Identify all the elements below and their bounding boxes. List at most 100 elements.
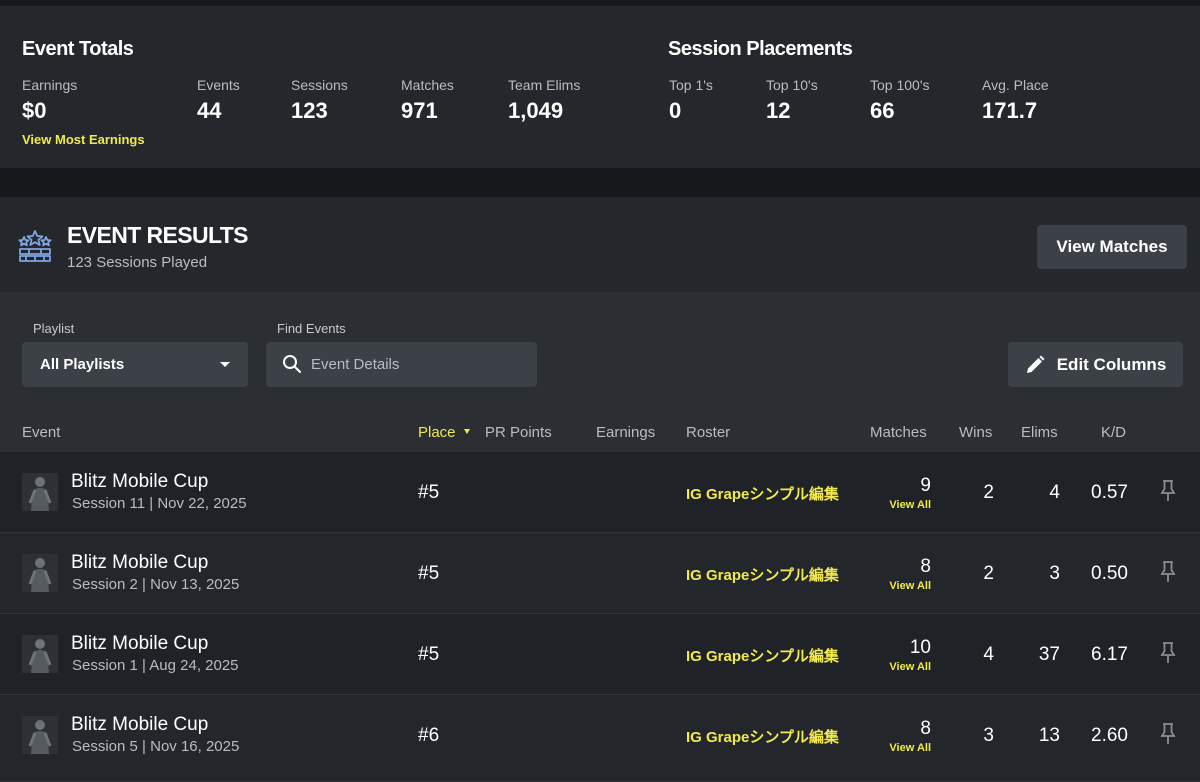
column-wins[interactable]: Wins: [959, 424, 992, 441]
stat-matches: Matches 971: [401, 77, 454, 123]
elims-value: 3: [1049, 563, 1060, 584]
stat-value: 12: [766, 98, 791, 123]
session-date: Session 1 | Aug 24, 2025: [72, 657, 239, 674]
place-value: #6: [418, 725, 440, 746]
wins-value: 2: [983, 563, 994, 584]
playlist-selected-value: All Playlists: [40, 356, 125, 373]
stat-top-1: Top 1's 0: [669, 77, 713, 123]
event-search-input[interactable]: [311, 342, 531, 387]
column-place[interactable]: Place: [418, 424, 470, 441]
table-row[interactable]: Blitz Mobile Cup Session 5 | Nov 16, 202…: [0, 695, 1200, 782]
stat-top-10: Top 10's 12: [766, 77, 818, 123]
filters-bar: Playlist All Playlists Find Events Edit …: [0, 292, 1200, 412]
stat-value: 1,049: [508, 98, 564, 123]
elims-value: 13: [1038, 725, 1060, 746]
wins-value: 3: [983, 725, 994, 746]
stat-earnings: Earnings $0: [22, 77, 77, 123]
session-date: Session 5 | Nov 16, 2025: [72, 738, 240, 755]
stat-value: 171.7: [982, 98, 1038, 123]
table-row[interactable]: Blitz Mobile Cup Session 1 | Aug 24, 202…: [0, 614, 1200, 695]
sessions-played-count: 123 Sessions Played: [67, 254, 208, 271]
stat-label: Events: [197, 77, 240, 93]
event-name[interactable]: Blitz Mobile Cup: [71, 633, 208, 655]
find-events-label: Find Events: [277, 321, 346, 336]
column-roster[interactable]: Roster: [686, 424, 730, 441]
stat-value: 66: [870, 98, 895, 123]
sort-desc-icon: [463, 428, 470, 434]
elims-value: 37: [1038, 644, 1060, 665]
edit-columns-button[interactable]: Edit Columns: [1008, 342, 1183, 387]
kd-value: 2.60: [1091, 725, 1128, 746]
wins-value: 2: [983, 482, 994, 503]
stat-value: $0: [22, 98, 47, 123]
view-all-link[interactable]: View All: [889, 661, 931, 673]
pin-icon[interactable]: [1160, 723, 1176, 745]
pin-icon[interactable]: [1160, 480, 1176, 502]
column-event[interactable]: Event: [22, 424, 60, 441]
roster-link[interactable]: IG Grapeシンプル編集: [686, 645, 839, 666]
playlist-label: Playlist: [33, 321, 75, 336]
view-all-link[interactable]: View All: [889, 580, 931, 592]
trophy-stars-icon: [18, 230, 52, 262]
stat-sessions: Sessions 123: [291, 77, 348, 123]
event-name[interactable]: Blitz Mobile Cup: [71, 552, 208, 574]
table-row[interactable]: Blitz Mobile Cup Session 11 | Nov 22, 20…: [0, 452, 1200, 533]
event-results-title: EVENT RESULTS: [67, 222, 249, 248]
stat-team-elims: Team Elims 1,049: [508, 77, 580, 123]
stat-value: 44: [197, 98, 222, 123]
player-skin-icon: [22, 716, 58, 754]
stat-label: Top 100's: [870, 77, 930, 93]
pin-icon[interactable]: [1160, 642, 1176, 664]
chevron-down-icon: [220, 362, 230, 367]
column-elims[interactable]: Elims: [1021, 424, 1058, 441]
roster-link[interactable]: IG Grapeシンプル編集: [686, 483, 839, 504]
view-all-link[interactable]: View All: [889, 499, 931, 511]
stat-top-100: Top 100's 66: [870, 77, 930, 123]
column-kd[interactable]: K/D: [1101, 424, 1126, 441]
elims-value: 4: [1049, 482, 1060, 503]
playlist-dropdown[interactable]: All Playlists: [22, 342, 248, 387]
stat-events: Events 44: [197, 77, 240, 123]
column-earnings[interactable]: Earnings: [596, 424, 655, 441]
table-row[interactable]: Blitz Mobile Cup Session 2 | Nov 13, 202…: [0, 533, 1200, 614]
stat-label: Sessions: [291, 77, 348, 93]
pin-icon[interactable]: [1160, 561, 1176, 583]
edit-columns-label: Edit Columns: [1056, 354, 1167, 374]
column-matches[interactable]: Matches: [870, 424, 927, 441]
session-date: Session 2 | Nov 13, 2025: [72, 576, 240, 593]
matches-value: 8: [920, 556, 931, 577]
player-skin-icon: [22, 635, 58, 673]
player-skin-icon: [22, 554, 58, 592]
column-pr-points[interactable]: PR Points: [485, 424, 552, 441]
view-most-earnings-link[interactable]: View Most Earnings: [22, 132, 145, 147]
event-search-box[interactable]: [266, 342, 537, 387]
roster-link[interactable]: IG Grapeシンプル編集: [686, 564, 839, 585]
player-skin-icon: [22, 473, 58, 511]
kd-value: 0.50: [1091, 563, 1128, 584]
stats-panel: Event Totals Earnings $0 Events 44 Sessi…: [0, 6, 1200, 168]
stat-avg-place: Avg. Place 171.7: [982, 77, 1049, 123]
event-name[interactable]: Blitz Mobile Cup: [71, 471, 208, 493]
stat-value: 0: [669, 98, 682, 123]
roster-link[interactable]: IG Grapeシンプル編集: [686, 726, 839, 747]
session-date: Session 11 | Nov 22, 2025: [72, 495, 247, 512]
column-place-label: Place: [418, 424, 456, 441]
stat-label: Avg. Place: [982, 77, 1049, 93]
place-value: #5: [418, 482, 440, 503]
view-all-link[interactable]: View All: [889, 742, 931, 754]
wins-value: 4: [983, 644, 994, 665]
session-placements-title: Session Placements: [668, 38, 853, 60]
stat-label: Top 10's: [766, 77, 818, 93]
kd-value: 0.57: [1091, 482, 1128, 503]
matches-value: 10: [909, 637, 931, 658]
event-results-header: EVENT RESULTS 123 Sessions Played View M…: [0, 197, 1200, 292]
pencil-icon: [1026, 355, 1045, 373]
matches-value: 8: [920, 718, 931, 739]
stat-value: 971: [401, 98, 438, 123]
stat-label: Earnings: [22, 77, 78, 93]
view-matches-button[interactable]: View Matches: [1037, 225, 1187, 269]
event-name[interactable]: Blitz Mobile Cup: [71, 714, 208, 736]
kd-value: 6.17: [1091, 644, 1128, 665]
stat-label: Matches: [401, 77, 454, 93]
stat-label: Top 1's: [669, 77, 713, 93]
